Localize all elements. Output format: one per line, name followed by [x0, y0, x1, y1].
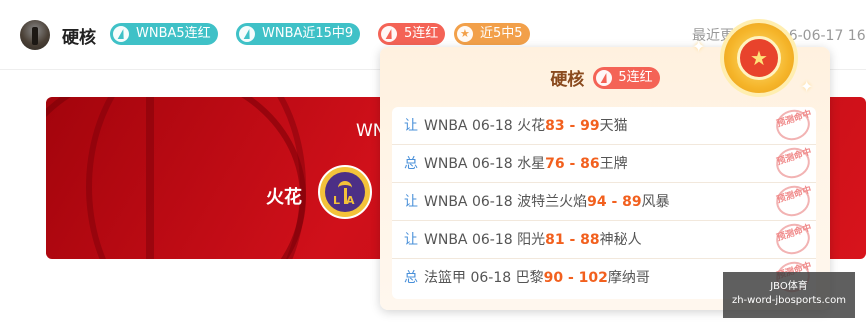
home-team: 火花: [517, 118, 546, 134]
score-separator: -: [564, 156, 581, 172]
away-score: 89: [622, 194, 642, 210]
hit-stamp: 预测命中: [772, 219, 814, 259]
result-row[interactable]: 让 WNBA 06-18 波特兰火焰94 - 89风暴 预测命中: [392, 181, 816, 221]
away-team: 神秘人: [599, 232, 642, 248]
bet-type: 让: [404, 194, 418, 210]
bet-type: 让: [404, 232, 418, 248]
tag-recent-hits: 近5中5: [454, 23, 530, 45]
score-separator: -: [564, 118, 581, 134]
home-score: 76: [545, 156, 565, 172]
popup-streak-tag: 5连红: [593, 66, 660, 89]
bet-type: 让: [404, 118, 418, 134]
league: WNBA: [424, 232, 468, 248]
away-team: 风暴: [641, 194, 670, 210]
away-team: 摩纳哥: [607, 270, 650, 286]
tag-wnba-streak: WNBA5连红: [110, 23, 218, 45]
flame-icon: [113, 26, 129, 42]
basketball-graphic: [86, 97, 306, 259]
match-date: 06-18: [470, 270, 512, 286]
away-score: 99: [580, 118, 600, 134]
team-logo: LA: [318, 165, 372, 219]
streak-popup: 硬核 5连红 ★ ✦ ✦ 让 WNBA 06-18 火花83 - 99天猫 预测命…: [380, 23, 830, 310]
expert-name[interactable]: 硬核: [62, 23, 96, 48]
match-date: 06-18: [471, 194, 513, 210]
team-logo-text: LA: [333, 194, 361, 207]
team-logo-inner: LA: [325, 172, 365, 212]
score-separator: -: [563, 270, 579, 286]
watermark-brand: JBO体育: [770, 281, 808, 292]
team-name: 火花: [266, 187, 302, 208]
result-list: 让 WNBA 06-18 火花83 - 99天猫 预测命中 总 WNBA 06-18…: [392, 105, 816, 299]
score-separator: -: [564, 232, 581, 248]
home-team: 水星: [517, 156, 546, 172]
hit-stamp: 预测命中: [772, 143, 814, 183]
home-team: 巴黎: [515, 270, 544, 286]
home-score: 81: [545, 232, 565, 248]
popup-tag-label: 5连红: [618, 69, 653, 85]
avatar[interactable]: [20, 20, 50, 50]
flame-icon: [239, 26, 255, 42]
flame-icon: [381, 26, 397, 42]
tag-label: 5连红: [404, 26, 439, 41]
away-score: 102: [578, 270, 608, 286]
match-date: 06-18: [471, 232, 513, 248]
result-row[interactable]: 让 WNBA 06-18 阳光81 - 88神秘人 预测命中: [392, 219, 816, 259]
home-score: 90: [543, 270, 564, 286]
league: WNBA: [424, 156, 468, 172]
page: 硬核 WNBA5连红 WNBA近15中9 5连红 近5中5 最近更新：2026-…: [0, 0, 866, 329]
tag-wnba-recent: WNBA近15中9: [236, 23, 361, 45]
home-score: 83: [545, 118, 565, 134]
match-date: 06-18: [471, 156, 513, 172]
site-watermark: JBO体育 zh-word-jbosports.com: [723, 272, 855, 318]
tag-label: 近5中5: [480, 26, 523, 41]
league: WNBA: [424, 194, 468, 210]
popup-expert-name: 硬核: [550, 70, 585, 90]
score-separator: -: [606, 194, 623, 210]
basketball-graphic: [146, 97, 154, 259]
watermark-url: zh-word-jbosports.com: [731, 295, 847, 306]
away-score: 86: [580, 156, 600, 172]
home-team: 波特兰火焰: [517, 194, 588, 210]
sparkle-icon: ✦: [692, 37, 706, 56]
bet-type: 总: [404, 156, 418, 172]
medal-icon: ★: [724, 23, 794, 93]
sparkle-icon: ✦: [800, 77, 814, 96]
flame-icon: [596, 69, 613, 86]
tag-label: WNBA5连红: [136, 26, 211, 41]
result-row[interactable]: 让 WNBA 06-18 火花83 - 99天猫 预测命中: [392, 105, 816, 145]
star-icon: ★: [737, 36, 781, 80]
tag-label: WNBA近15中9: [262, 26, 354, 41]
tag-streak[interactable]: 5连红: [378, 23, 446, 45]
bet-type: 总: [404, 270, 418, 286]
match-date: 06-18: [471, 118, 513, 134]
home-score: 94: [587, 194, 607, 210]
league: 法篮甲: [424, 270, 466, 286]
hit-stamp: 预测命中: [772, 181, 814, 221]
star-icon: [457, 26, 473, 42]
league: WNBA: [424, 118, 468, 134]
result-row[interactable]: 总 WNBA 06-18 水星76 - 86王牌 预测命中: [392, 143, 816, 183]
hit-stamp: 预测命中: [772, 105, 814, 145]
away-team: 王牌: [599, 156, 628, 172]
away-team: 天猫: [599, 118, 628, 134]
home-team: 阳光: [517, 232, 546, 248]
away-score: 88: [580, 232, 600, 248]
